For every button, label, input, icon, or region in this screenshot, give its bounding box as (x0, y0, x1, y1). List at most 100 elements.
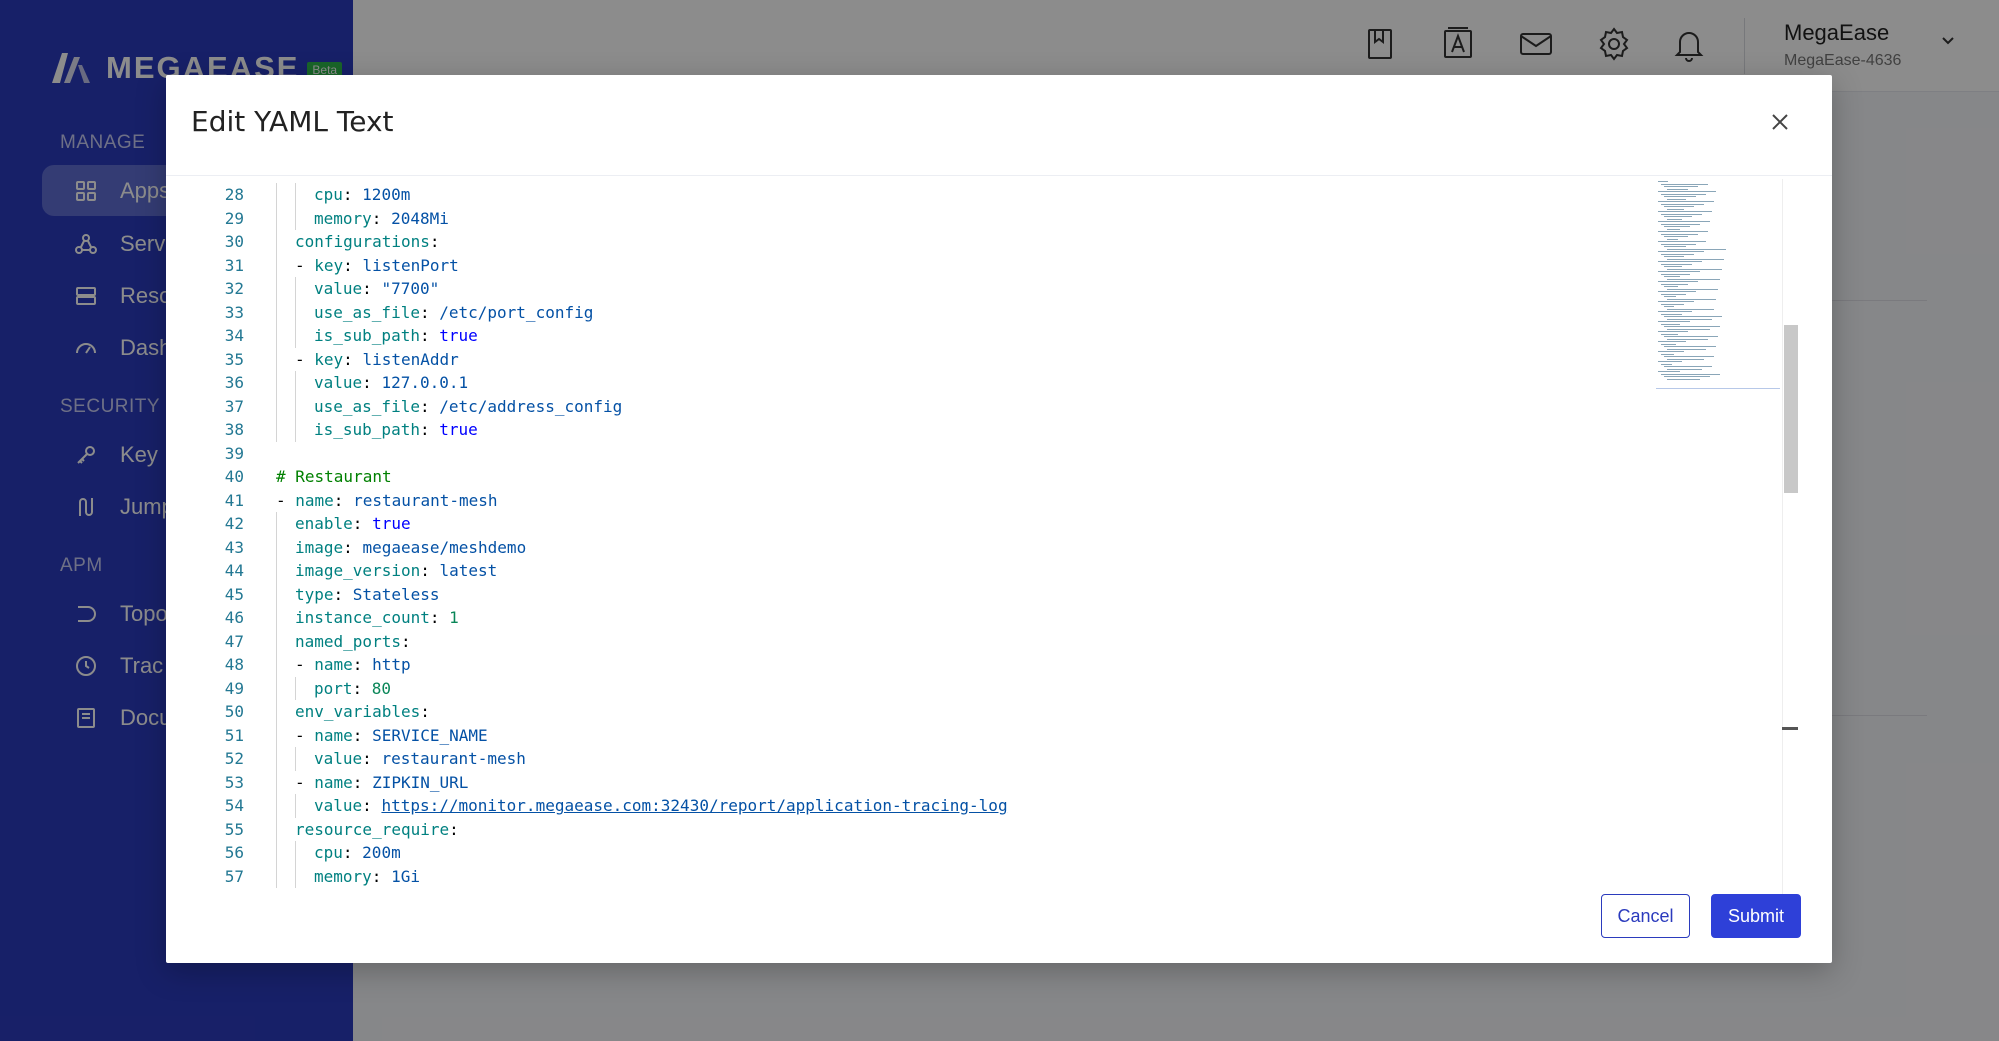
line-number: 45 (224, 584, 244, 604)
indent-guide (295, 864, 296, 888)
line-number: 42 (224, 514, 244, 533)
line-number: 54 (224, 796, 244, 815)
line-content: - name: SERVICE_NAME (295, 725, 488, 745)
line-number: 50 (224, 702, 244, 721)
line-content: - key: listenAddr (295, 349, 459, 369)
minimap-viewport[interactable] (1656, 179, 1780, 389)
indent-guide (295, 371, 296, 395)
line-content: named_ports: (295, 631, 411, 651)
indent-guide (276, 418, 277, 442)
indent-guide (276, 723, 277, 747)
indent-guide (276, 676, 277, 700)
indent-guide (295, 206, 296, 230)
indent-guide (295, 300, 296, 324)
line-number: 51 (224, 725, 244, 745)
scrollbar-thumb[interactable] (1784, 325, 1798, 493)
line-number: 39 (224, 443, 244, 463)
indent-guide (276, 582, 277, 606)
line-content: image_version: latest (295, 561, 498, 580)
line-content: image: megaease/meshdemo (295, 537, 527, 557)
line-content: enable: true (295, 514, 411, 533)
line-number: 37 (224, 396, 244, 416)
line-number: 48 (224, 655, 244, 674)
line-number: 29 (224, 208, 244, 228)
line-number: 49 (224, 678, 244, 698)
modal-title: Edit YAML Text (191, 105, 394, 138)
line-number: 30 (224, 232, 244, 251)
line-number: 41 (224, 490, 244, 510)
indent-guide (276, 841, 277, 865)
indent-guide (295, 277, 296, 301)
line-content: type: Stateless (295, 584, 440, 604)
line-content: use_as_file: /etc/address_config (314, 396, 623, 416)
line-content: memory: 2048Mi (314, 208, 449, 228)
line-content: value: "7700" (314, 279, 440, 298)
indent-guide (276, 700, 277, 724)
line-content: port: 80 (314, 678, 392, 698)
line-number: 40 (224, 467, 244, 486)
line-content: # Restaurant (276, 467, 392, 486)
line-content: value: 127.0.0.1 (314, 373, 469, 392)
line-content: memory: 1Gi (314, 866, 420, 886)
line-number: 32 (224, 279, 244, 298)
indent-guide (295, 324, 296, 348)
indent-guide (276, 653, 277, 677)
indent-guide (276, 347, 277, 371)
indent-guide (276, 747, 277, 771)
indent-guide (276, 183, 277, 207)
submit-button[interactable]: Submit (1711, 894, 1801, 938)
indent-guide (276, 535, 277, 559)
modal-header-divider (166, 175, 1832, 176)
indent-guide (276, 864, 277, 888)
scrollbar-cursor-marker (1782, 727, 1798, 730)
indent-guide (276, 629, 277, 653)
line-content: use_as_file: /etc/port_config (314, 302, 594, 322)
line-number: 34 (224, 326, 244, 345)
line-number: 35 (224, 349, 244, 369)
indent-guide (295, 794, 296, 818)
indent-guide (276, 230, 277, 254)
indent-guide (276, 277, 277, 301)
indent-guide (295, 747, 296, 771)
line-content: - name: restaurant-mesh (276, 490, 498, 510)
line-content: cpu: 1200m (314, 185, 411, 204)
line-content: value: https://monitor.megaease.com:3243… (314, 796, 1008, 815)
line-number: 44 (224, 561, 244, 580)
indent-guide (276, 300, 277, 324)
line-number: 28 (224, 185, 244, 204)
line-number: 36 (224, 373, 244, 392)
indent-guide (295, 676, 296, 700)
line-content: - key: listenPort (295, 255, 459, 275)
line-number: 56 (224, 843, 244, 862)
line-number: 38 (224, 420, 244, 439)
edit-yaml-modal: Edit YAML Text 28 cpu: 1200m 29 memory: 204… (166, 75, 1832, 963)
indent-guide (295, 418, 296, 442)
line-content: resource_require: (295, 819, 459, 839)
cancel-button[interactable]: Cancel (1601, 894, 1690, 938)
indent-guide (276, 253, 277, 277)
line-number: 52 (224, 749, 244, 768)
close-icon[interactable] (1765, 107, 1795, 137)
indent-guide (276, 324, 277, 348)
indent-guide (276, 817, 277, 841)
line-content: is_sub_path: true (314, 326, 478, 345)
line-content: cpu: 200m (314, 843, 401, 862)
indent-guide (276, 606, 277, 630)
indent-guide (276, 371, 277, 395)
code-area[interactable]: 28 cpu: 1200m 29 memory: 2048Mi 30 configurat… (196, 179, 1676, 897)
indent-guide (295, 183, 296, 207)
editor-vertical-scrollbar[interactable] (1782, 179, 1798, 897)
indent-guide (295, 841, 296, 865)
line-content: value: restaurant-mesh (314, 749, 526, 768)
line-number: 47 (224, 631, 244, 651)
line-content: - name: http (295, 655, 411, 674)
indent-guide (276, 559, 277, 583)
line-number: 31 (224, 255, 244, 275)
yaml-code-editor[interactable]: 28 cpu: 1200m 29 memory: 2048Mi 30 configurat… (196, 179, 1816, 897)
line-content: - name: ZIPKIN_URL (295, 772, 469, 792)
line-number: 33 (224, 302, 244, 322)
line-number: 53 (224, 772, 244, 792)
line-number: 55 (224, 819, 244, 839)
line-number: 46 (224, 608, 244, 627)
indent-guide (295, 394, 296, 418)
